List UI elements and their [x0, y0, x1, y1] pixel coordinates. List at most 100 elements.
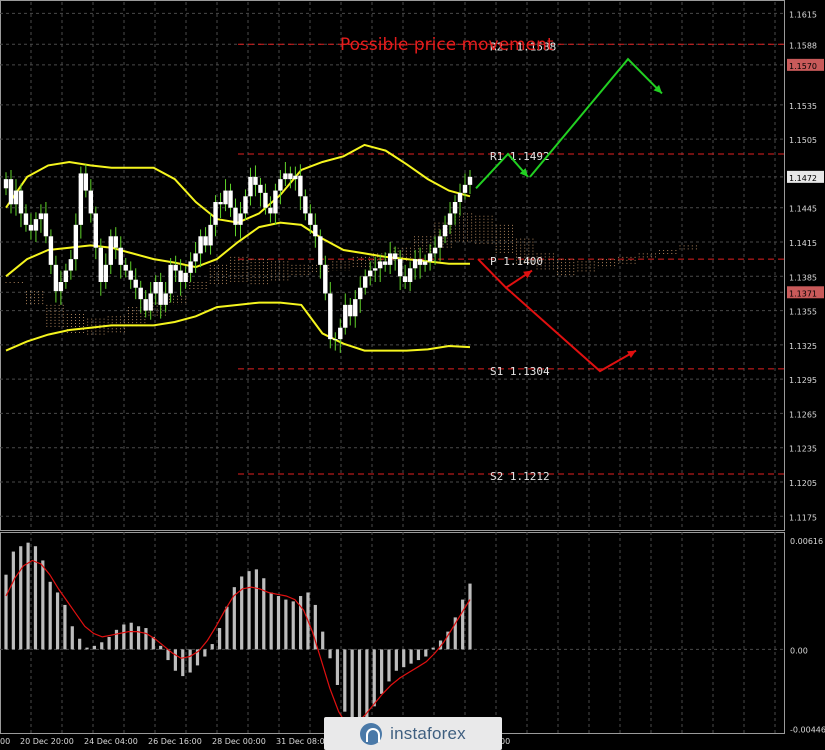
- candle-body: [43, 213, 49, 237]
- histogram-bar: [402, 649, 406, 668]
- candle-body: [188, 261, 193, 273]
- candle-body: [233, 207, 238, 225]
- candle-body: [467, 176, 473, 185]
- candle-body: [263, 192, 268, 208]
- candle-body: [298, 175, 303, 197]
- oscillator-panel-frame: [0, 532, 785, 734]
- candle-body: [163, 293, 168, 305]
- histogram-bar: [284, 599, 288, 650]
- price-axis-label: 1.1535: [789, 102, 817, 111]
- pivot-level-label: S1 1.1304: [490, 365, 550, 378]
- time-axis-label: 28 Dec 00:00: [212, 737, 266, 746]
- candle-body: [432, 247, 438, 254]
- histogram-bar: [92, 645, 96, 650]
- price-axis-label: 1.1588: [789, 41, 817, 50]
- scenario-down-long: [505, 286, 637, 373]
- histogram-bar: [335, 649, 340, 685]
- histogram-bar: [129, 622, 133, 650]
- price-axis-label: 1.1570: [789, 62, 817, 71]
- price-axis-label: 1.1295: [789, 376, 817, 385]
- candle-body: [238, 213, 243, 225]
- candle-body: [323, 264, 328, 294]
- candle-body: [303, 196, 308, 214]
- histogram-bar: [4, 574, 8, 650]
- candle-body: [148, 293, 153, 311]
- candle-body: [58, 282, 64, 292]
- histogram-bar: [203, 649, 207, 657]
- candle-body: [412, 259, 418, 269]
- candle-body: [278, 179, 283, 191]
- candle-body: [123, 264, 128, 271]
- chart-canvas: R2. 1.1588R1 1.1492P 1.1400S1 1.1304S2 1…: [0, 0, 825, 746]
- candle-body: [382, 261, 388, 265]
- candle-body: [173, 264, 178, 271]
- histogram-bar: [328, 649, 332, 659]
- price-axis-label: 1.1505: [789, 136, 817, 145]
- time-axis-label: 00: [0, 737, 10, 746]
- candle-body: [33, 219, 39, 231]
- candle-body: [143, 299, 148, 311]
- candle-body: [308, 213, 313, 225]
- histogram-bar: [394, 649, 398, 671]
- candle-body: [83, 173, 89, 191]
- candle-body: [38, 213, 44, 220]
- histogram-bar: [357, 649, 362, 728]
- price-axis-label: 1.1325: [789, 342, 817, 351]
- histogram-bar: [247, 571, 251, 650]
- candle-body: [377, 261, 383, 269]
- histogram-bar: [217, 628, 222, 650]
- histogram-bar: [276, 596, 281, 650]
- candle-body: [427, 253, 433, 262]
- candle-body: [452, 202, 458, 214]
- histogram-bar: [55, 592, 60, 650]
- candle-body: [138, 287, 143, 300]
- main-panel-frame: [0, 0, 785, 531]
- bollinger-upper-band: [5, 143, 471, 224]
- histogram-bar: [291, 601, 295, 650]
- histogram-bar: [173, 649, 177, 671]
- scenario-up-long: [529, 57, 663, 178]
- candle-body: [8, 179, 14, 205]
- histogram-bar: [19, 546, 23, 650]
- candle-body: [407, 268, 413, 282]
- candle-body: [437, 236, 443, 248]
- candle-body: [462, 184, 468, 193]
- price-axis-label: 1.1355: [789, 308, 817, 317]
- histogram-bar: [431, 647, 435, 650]
- candle-body: [103, 264, 108, 282]
- candle-body: [13, 190, 19, 205]
- candle-body: [442, 224, 448, 237]
- candle-body: [63, 270, 69, 282]
- oscillator-axis-label: -0.00446: [790, 726, 825, 735]
- histogram-bar: [416, 649, 421, 661]
- histogram-bar: [107, 636, 111, 650]
- histogram-bar: [387, 649, 391, 682]
- candle-body: [373, 268, 378, 271]
- candle-body: [158, 282, 163, 305]
- histogram-bar: [181, 649, 185, 677]
- candle-body: [228, 190, 233, 208]
- candle-body: [133, 279, 138, 288]
- candle-body: [353, 299, 358, 317]
- histogram-bar: [372, 649, 376, 707]
- oscillator-axis-label: 0.00616: [790, 537, 823, 546]
- histogram-bar: [85, 647, 89, 650]
- histogram-bar: [136, 626, 141, 650]
- candle-body: [23, 213, 29, 225]
- candle-body: [98, 247, 103, 282]
- price-axis-label: 1.1371: [789, 289, 817, 298]
- candle-body: [73, 224, 79, 260]
- histogram-bar: [122, 624, 126, 650]
- watermark-text: instaforex: [390, 723, 466, 743]
- histogram-bar: [240, 576, 244, 650]
- candle-body: [422, 261, 428, 265]
- pivot-level-label: S2 1.1212: [490, 470, 550, 483]
- candle-body: [218, 202, 223, 205]
- candle-body: [183, 272, 188, 282]
- candle-body: [333, 339, 338, 341]
- price-axis-label: 1.1235: [789, 445, 817, 454]
- price-axis-label: 1.1175: [789, 513, 817, 522]
- candle-body: [198, 236, 203, 254]
- candle-body: [28, 224, 34, 231]
- candle-body: [417, 259, 423, 265]
